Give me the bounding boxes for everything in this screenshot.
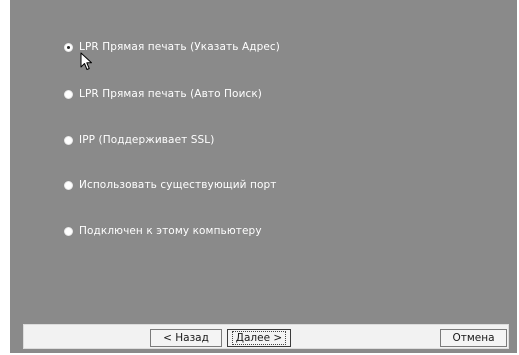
next-button[interactable]: Далее > (227, 329, 291, 347)
radio-button-icon[interactable] (64, 226, 73, 236)
back-button[interactable]: < Назад (150, 329, 222, 347)
radio-button-icon[interactable] (64, 89, 73, 99)
option-label: Подключен к этому компьютеру (79, 225, 262, 237)
option-lpr-auto-search[interactable]: LPR Прямая печать (Авто Поиск) (64, 85, 262, 103)
radio-button-icon[interactable] (64, 42, 73, 52)
option-ipp-ssl[interactable]: IPP (Поддерживает SSL) (64, 131, 214, 149)
option-connected-to-computer[interactable]: Подключен к этому компьютеру (64, 222, 262, 240)
next-button-label: Далее > (231, 331, 287, 345)
option-use-existing-port[interactable]: Использовать существующий порт (64, 176, 277, 194)
cancel-button[interactable]: Отмена (440, 329, 507, 347)
option-label: LPR Прямая печать (Авто Поиск) (79, 88, 263, 100)
option-label: Использовать существующий порт (79, 179, 277, 191)
radio-button-icon[interactable] (64, 180, 73, 190)
mouse-pointer-icon (80, 52, 92, 70)
option-label: LPR Прямая печать (Указать Адрес) (79, 41, 280, 53)
option-label: IPP (Поддерживает SSL) (79, 134, 215, 146)
option-lpr-specify-address[interactable]: LPR Прямая печать (Указать Адрес) (64, 38, 280, 56)
radio-button-icon[interactable] (64, 135, 73, 145)
